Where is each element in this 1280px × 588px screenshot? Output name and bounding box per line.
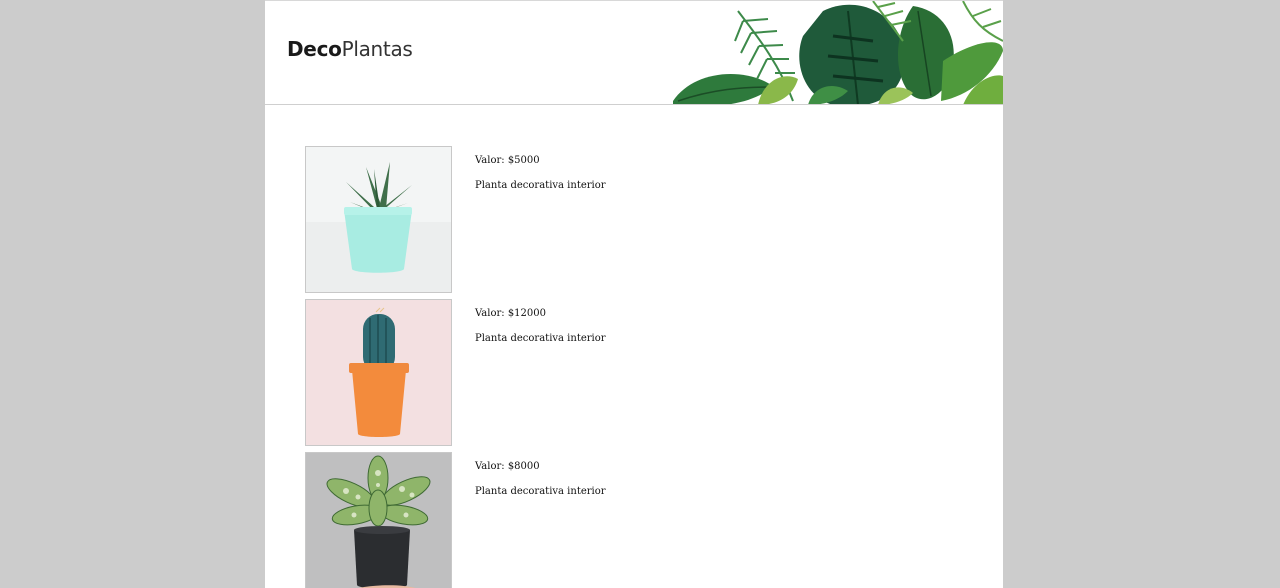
product-info: Valor: $12000 Planta decorativa interior (475, 308, 606, 344)
cactus-in-orange-pot-icon (306, 300, 451, 445)
succulent-in-mint-pot-icon (306, 147, 451, 292)
site-header: DecoPlantas (265, 0, 1003, 105)
dieffenbachia-in-black-pot-icon (306, 453, 451, 588)
product-info: Valor: $5000 Planta decorativa interior (475, 155, 606, 191)
product-description: Planta decorativa interior (475, 180, 606, 191)
product-card[interactable]: Valor: $5000 Planta decorativa interior (305, 146, 965, 293)
product-image[interactable] (305, 146, 452, 293)
product-price: Valor: $12000 (475, 308, 546, 319)
product-list: Valor: $5000 Planta decorativa interior (305, 146, 965, 588)
product-price: Valor: $5000 (475, 155, 540, 166)
tropical-leaves-banner (673, 1, 1003, 104)
brand-logo-bold: Deco (287, 37, 342, 61)
page: DecoPlantas Valor: $5000 Planta decorati… (265, 0, 1003, 588)
brand-logo-light: Plantas (341, 37, 413, 61)
product-info: Valor: $8000 Planta decorativa interior (475, 461, 606, 497)
product-image[interactable] (305, 299, 452, 446)
product-image[interactable] (305, 452, 452, 588)
product-description: Planta decorativa interior (475, 333, 606, 344)
product-card[interactable]: Valor: $12000 Planta decorativa interior (305, 299, 965, 446)
brand-logo[interactable]: DecoPlantas (287, 37, 413, 61)
product-description: Planta decorativa interior (475, 486, 606, 497)
product-price: Valor: $8000 (475, 461, 540, 472)
product-card[interactable]: Valor: $8000 Planta decorativa interior (305, 452, 965, 588)
